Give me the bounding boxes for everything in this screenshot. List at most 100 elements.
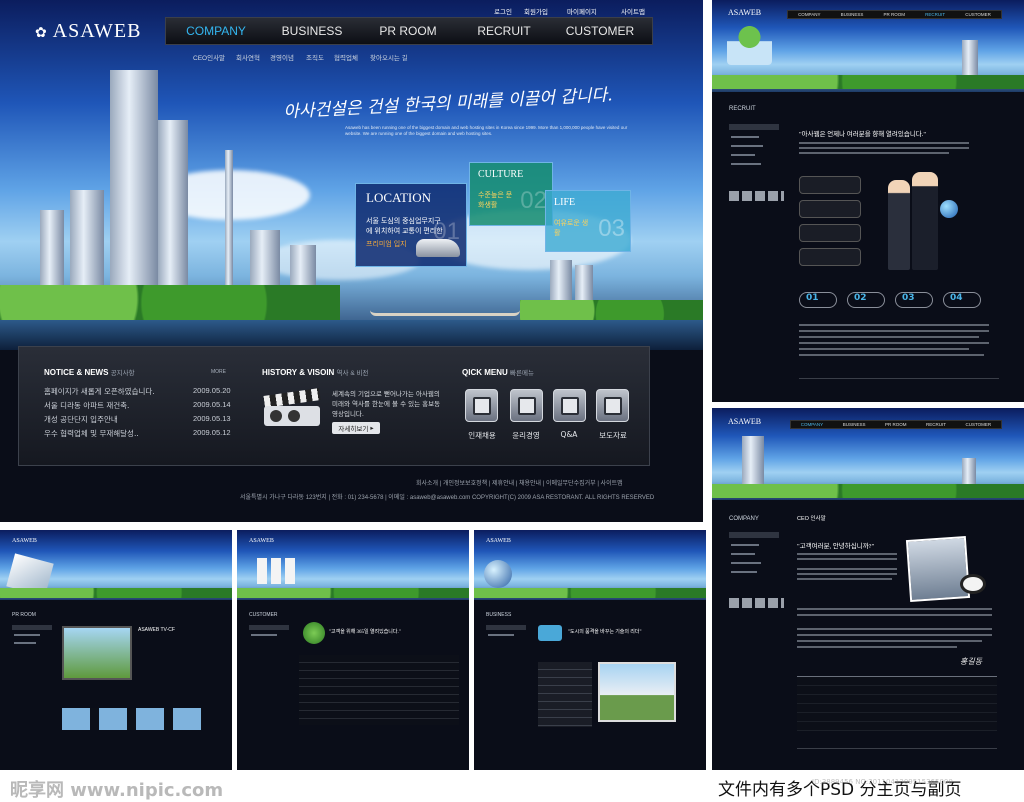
text-line <box>799 342 989 344</box>
history-text: 세계속의 기업으로 뻗어나가는 아사웹의 미래와 역사를 한눈에 볼 수 있는 … <box>332 390 441 418</box>
company-info-table <box>797 676 997 731</box>
nav-company[interactable]: COMPANY <box>166 18 266 44</box>
recruit-quick-icons <box>729 191 784 201</box>
recruit-talent-box <box>799 176 861 194</box>
cards-icon[interactable] <box>553 389 586 422</box>
side-menu-item[interactable] <box>729 124 779 130</box>
text-line <box>797 573 897 575</box>
step-01: 01 <box>799 292 837 308</box>
thumbnail-strip <box>62 708 202 730</box>
coffee-cup-image <box>960 574 986 594</box>
text-line <box>797 634 992 636</box>
side-menu-item[interactable] <box>251 634 277 636</box>
nav-recruit[interactable]: RECRUIT <box>926 422 946 427</box>
tv-tower-image <box>225 150 233 300</box>
subnav-location[interactable]: 찾아오시는 길 <box>370 52 408 62</box>
list-item[interactable]: 개성 공단단지 입주안내 <box>44 414 118 425</box>
building-photo <box>905 535 971 603</box>
side-menu-item[interactable] <box>731 145 763 147</box>
watermark-left: 昵享网 www.nipic.com <box>10 780 224 801</box>
nav-business[interactable]: BUSINESS <box>843 422 866 427</box>
text-line <box>797 608 992 610</box>
culture-box[interactable]: CULTURE 수준높은 문화생활 02 <box>469 162 553 226</box>
nav-business[interactable]: BUSINESS <box>262 18 362 44</box>
nav-pr-room[interactable]: PR ROOM <box>884 12 906 17</box>
prroom-side-title: PR ROOM <box>12 612 36 618</box>
quick-label: 인재채용 <box>468 431 496 440</box>
footer-links[interactable]: 회사소개 | 개인정보보호정책 | 제휴안내 | 채용안내 | 이메일무단수집거… <box>416 478 623 487</box>
customer-page: ASAWEB CUSTOMER "고객을 위해 365일 열려있습니다." <box>237 530 469 770</box>
notice-more-button[interactable]: MORE <box>211 369 226 375</box>
nav-company[interactable]: COMPANY <box>801 422 823 427</box>
side-menu-item[interactable] <box>731 154 755 156</box>
side-menu-item[interactable] <box>731 553 755 555</box>
side-menu-item[interactable] <box>12 625 52 630</box>
logo[interactable]: ✿ ASAWEB <box>35 20 141 43</box>
quick-menu-subtitle: 빠른메뉴 <box>510 370 534 377</box>
side-menu-item[interactable] <box>731 562 761 564</box>
company-logo: ASAWEB <box>728 417 762 426</box>
skyscraper-image <box>110 70 158 300</box>
nav-customer[interactable]: CUSTOMER <box>966 422 992 427</box>
text-line <box>799 336 979 338</box>
nav-pr-room[interactable]: PR ROOM <box>885 422 907 427</box>
history-subtitle: 역사 & 비전 <box>336 370 369 377</box>
text-line <box>799 152 949 154</box>
book-icon[interactable] <box>510 389 543 422</box>
mypage-link[interactable]: 마이페이지 <box>567 6 597 16</box>
subnav-org[interactable]: 조직도 <box>306 52 324 62</box>
logo-text: ASAWEB <box>52 20 142 42</box>
recruit-headline: "아사웹은 언제나 여러분을 향해 열려있습니다." <box>799 131 927 138</box>
nav-recruit[interactable]: RECRUIT <box>454 18 554 44</box>
nav-company[interactable]: COMPANY <box>798 12 820 17</box>
subnav-ceo[interactable]: CEO인사말 <box>193 52 225 62</box>
nav-customer[interactable]: CUSTOMER <box>550 18 650 44</box>
side-menu-item[interactable] <box>731 163 761 165</box>
list-item[interactable]: 우수 협력업체 및 무재해달성.. <box>44 428 139 439</box>
nav-customer[interactable]: CUSTOMER <box>965 12 991 17</box>
company-page: ASAWEB COMPANY BUSINESS PR ROOM RECRUIT … <box>712 408 1024 770</box>
life-number: 03 <box>598 215 625 242</box>
nav-pr-room[interactable]: PR ROOM <box>358 18 458 44</box>
side-menu-item[interactable] <box>14 634 40 636</box>
nav-business[interactable]: BUSINESS <box>841 12 864 17</box>
side-menu-item[interactable] <box>488 634 514 636</box>
side-menu-item[interactable] <box>731 136 759 138</box>
arrow-right-icon: ▸ <box>370 424 374 432</box>
signup-link[interactable]: 회원가입 <box>524 6 548 16</box>
login-link[interactable]: 로그인 <box>494 6 512 16</box>
nav-recruit[interactable]: RECRUIT <box>925 12 945 17</box>
logo-flower-icon: ✿ <box>35 26 48 41</box>
subnav-philosophy[interactable]: 경영이념 <box>270 52 294 62</box>
subnav-partners[interactable]: 협력업체 <box>334 52 358 62</box>
side-menu-item[interactable] <box>729 532 779 538</box>
history-detail-button[interactable]: 자세히보기 ▸ <box>332 422 380 434</box>
text-line <box>799 330 989 332</box>
ceo-signature: 홍길동 <box>960 657 983 666</box>
text-line <box>797 578 892 580</box>
people-icon[interactable] <box>465 389 498 422</box>
list-item[interactable]: 서울 디라동 아파트 재건축. <box>44 400 129 411</box>
culture-text: 수준높은 문화생활 <box>478 192 513 209</box>
business-logo: ASAWEB <box>486 538 511 544</box>
recruit-talent-box <box>799 248 861 266</box>
text-line <box>799 348 969 350</box>
side-menu-item[interactable] <box>731 544 759 546</box>
subnav-history[interactable]: 회사연혁 <box>236 52 260 62</box>
company-nav: COMPANY BUSINESS PR ROOM RECRUIT CUSTOME… <box>790 420 1002 429</box>
city-photo <box>598 662 676 722</box>
text-line <box>797 558 897 560</box>
side-menu-item[interactable] <box>731 571 757 573</box>
list-item[interactable]: 홈페이지가 새롭게 오픈하였습니다. <box>44 386 155 397</box>
sitemap-link[interactable]: 사이트맵 <box>621 6 645 16</box>
side-menu-item[interactable] <box>486 625 526 630</box>
document-icon[interactable] <box>596 389 629 422</box>
side-menu-item[interactable] <box>14 642 36 644</box>
video-player[interactable] <box>62 626 132 680</box>
sign-cards-image <box>257 558 297 584</box>
location-box[interactable]: LOCATION 서울 도심의 중심업무지구에 위치하여 교통이 편리한 프리미… <box>355 183 467 267</box>
culture-title: CULTURE <box>478 169 524 180</box>
side-menu-item[interactable] <box>249 625 289 630</box>
life-box[interactable]: LIFE 여유로운 생활 03 <box>545 190 631 252</box>
bridge-image <box>370 308 520 316</box>
